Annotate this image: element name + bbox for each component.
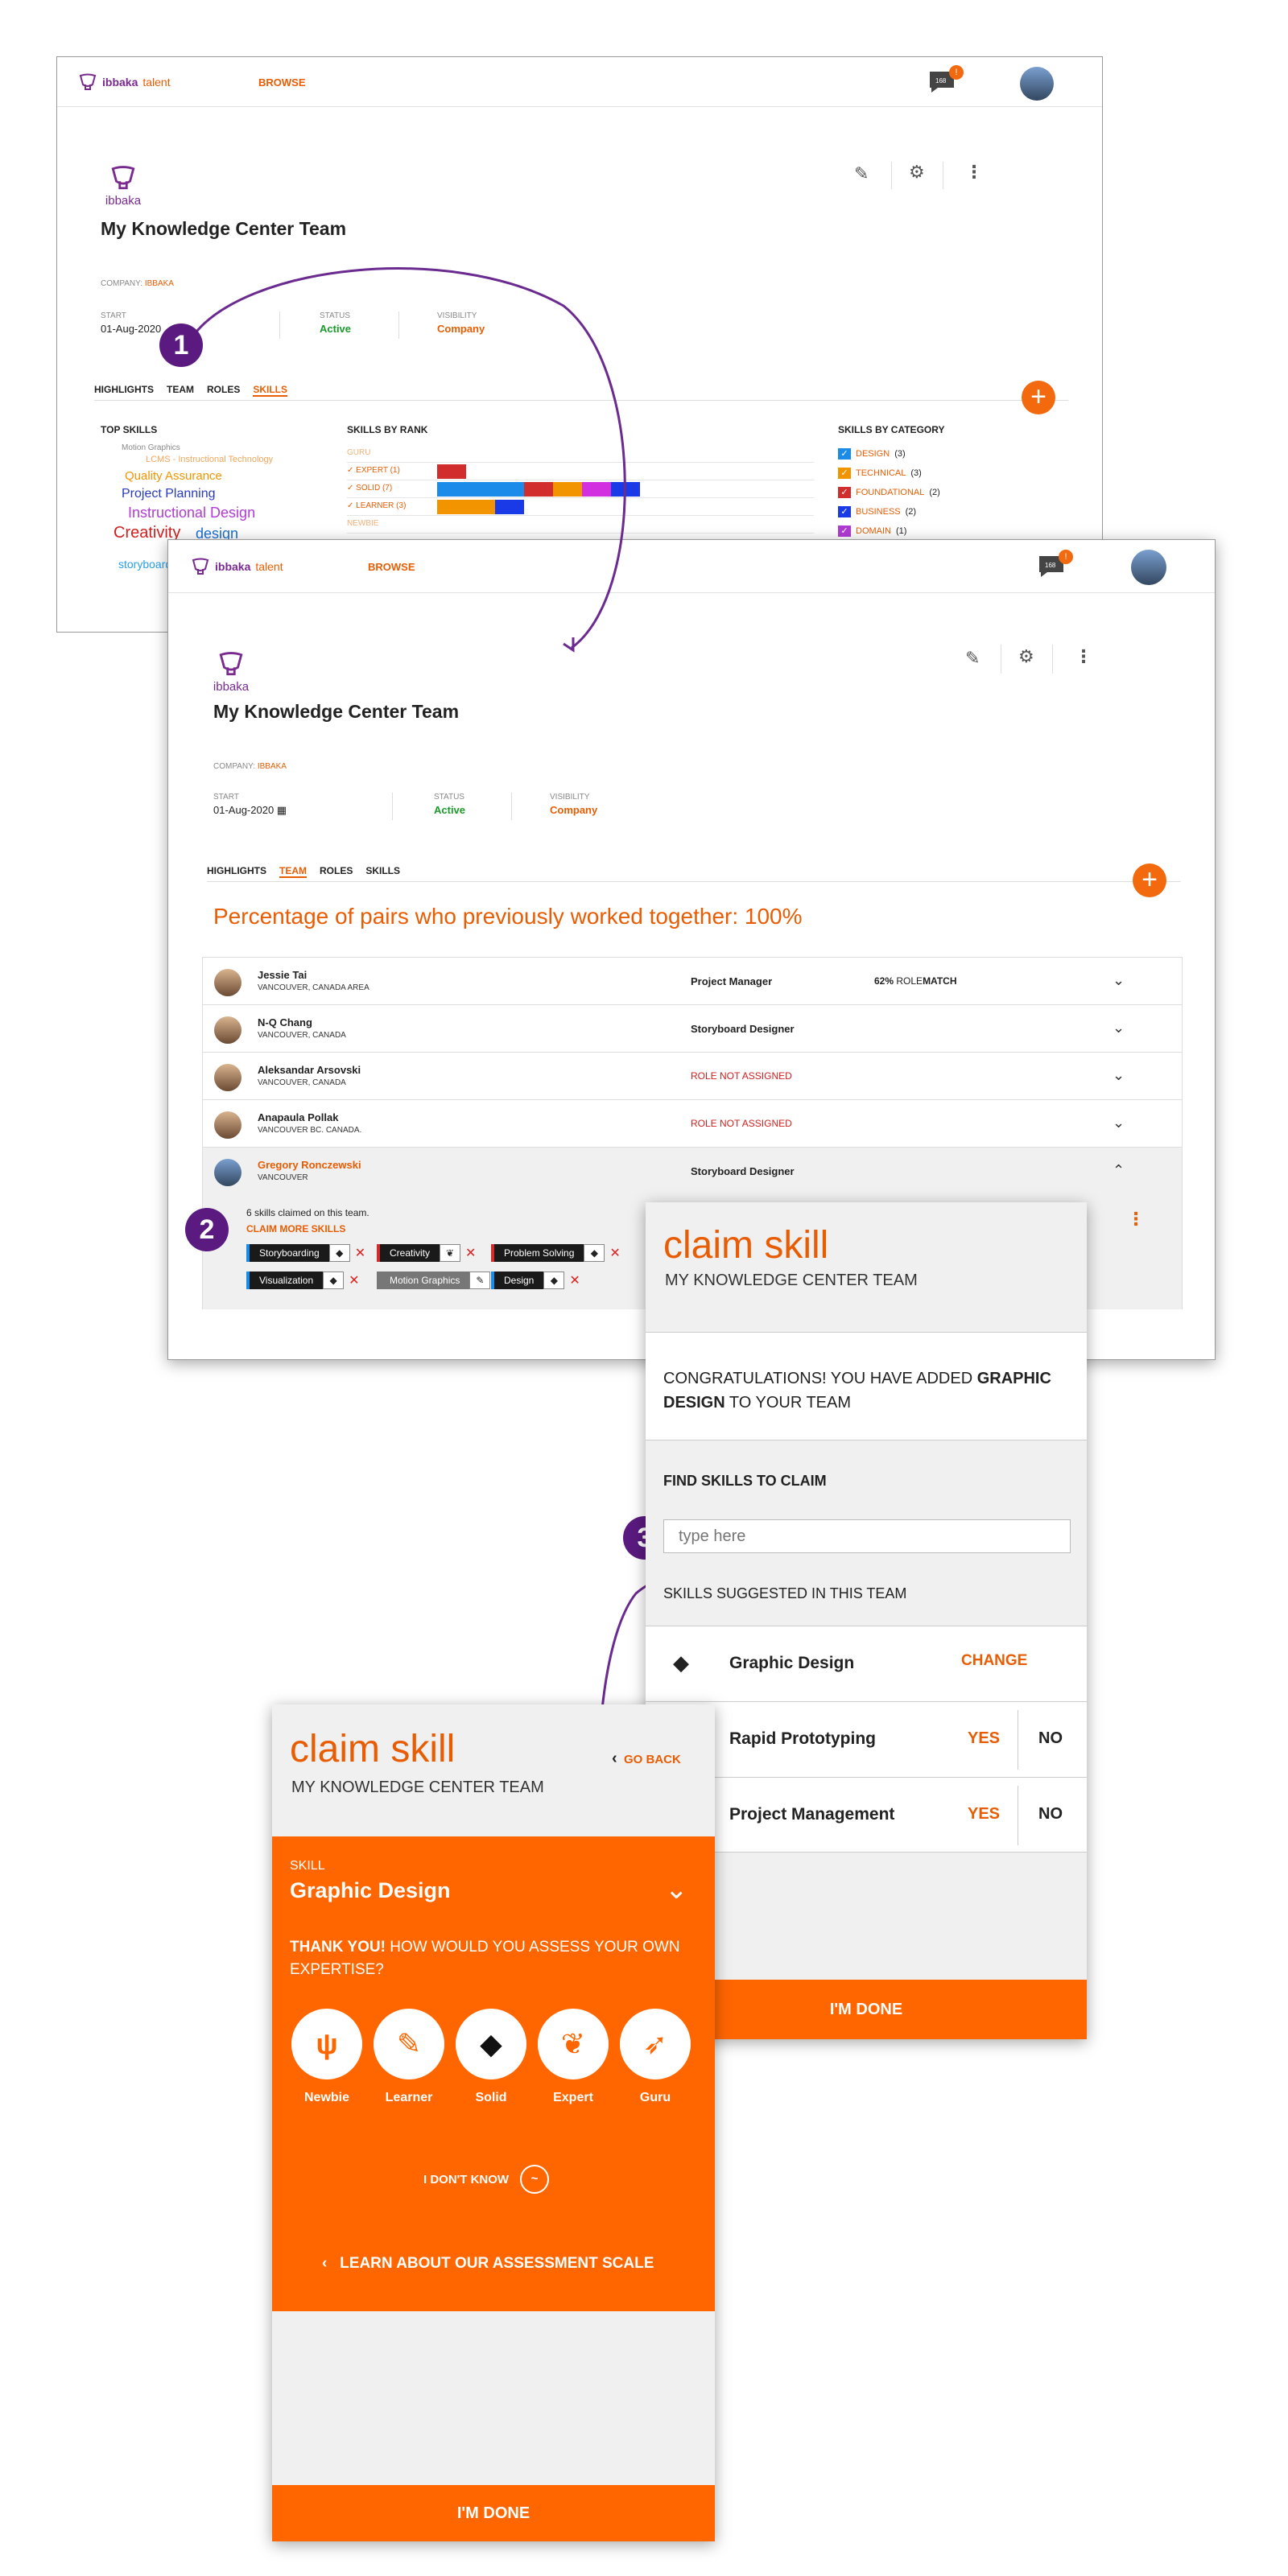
claim-subtitle: MY KNOWLEDGE CENTER TEAM <box>291 1778 544 1796</box>
go-back-button[interactable]: ‹ GO BACK <box>612 1750 681 1768</box>
level-solid-button[interactable]: ◆ Solid <box>456 2009 526 2105</box>
level-learner-button[interactable]: ✎ Learner <box>374 2009 444 2105</box>
congrats-text: CONGRATULATIONS! YOU HAVE ADDED GRAPHIC … <box>663 1366 1066 1415</box>
yes-button[interactable]: YES <box>968 1805 1000 1824</box>
congrats-box: CONGRATULATIONS! YOU HAVE ADDED GRAPHIC … <box>646 1333 1087 1440</box>
claim-header: claim skill MY KNOWLEDGE CENTER TEAM <box>646 1202 1087 1333</box>
chevron-down-icon[interactable]: ⌄ <box>665 1873 688 1906</box>
claim-title: claim skill <box>663 1224 829 1267</box>
step-badge: 2 <box>185 1208 229 1251</box>
level-newbie-button[interactable]: ψ Newbie <box>291 2009 362 2105</box>
learn-assessment-link[interactable]: ‹ LEARN ABOUT OUR ASSESSMENT SCALE <box>322 2255 654 2273</box>
diamond-icon: ◆ <box>673 1651 689 1675</box>
level-label: Solid <box>475 2091 507 2104</box>
skill-label: SKILL <box>290 1859 325 1873</box>
im-done-button[interactable]: I'M DONE <box>272 2485 715 2541</box>
yes-button[interactable]: YES <box>968 1729 1000 1748</box>
laurel-icon: ❦ <box>538 2009 609 2079</box>
dont-know-label: I DON'T KNOW <box>423 2172 510 2187</box>
change-button[interactable]: CHANGE <box>961 1652 1027 1670</box>
assess-skill-panel: claim skill MY KNOWLEDGE CENTER TEAM ‹ G… <box>272 1704 715 2541</box>
skill-search-input[interactable] <box>663 1519 1071 1553</box>
assessment-box: SKILL Graphic Design ⌄ THANK YOU! HOW WO… <box>272 1836 715 2311</box>
claim-title: claim skill <box>290 1728 456 1770</box>
suggestion-row[interactable]: ◆ Graphic Design CHANGE <box>646 1626 1087 1701</box>
sprout-icon: ψ <box>291 2009 362 2079</box>
skill-name: Graphic Design <box>290 1878 451 1902</box>
level-label: Newbie <box>303 2091 349 2104</box>
suggestion-name: Graphic Design <box>729 1654 855 1672</box>
chevron-left-icon: ‹ <box>612 1750 617 1767</box>
level-label: Expert <box>553 2091 593 2104</box>
level-expert-button[interactable]: ❦ Expert <box>538 2009 609 2105</box>
claim-subtitle: MY KNOWLEDGE CENTER TEAM <box>665 1272 918 1289</box>
step-badge: 1 <box>159 324 203 367</box>
dont-know-button[interactable]: I DON'T KNOW ~ <box>423 2165 550 2194</box>
no-button[interactable]: NO <box>1038 1729 1063 1748</box>
chevron-left-icon: ‹ <box>322 2255 328 2272</box>
go-back-label: GO BACK <box>624 1753 681 1766</box>
congrats-text-c: TO YOUR TEAM <box>724 1394 852 1412</box>
congrats-text-a: CONGRATULATIONS! YOU HAVE ADDED <box>663 1370 977 1387</box>
eagle-icon: ➶ <box>620 2009 691 2079</box>
learn-label: LEARN ABOUT OUR ASSESSMENT SCALE <box>340 2255 654 2272</box>
pencil-icon: ✎ <box>374 2009 444 2079</box>
find-skills-label: FIND SKILLS TO CLAIM <box>663 1473 827 1489</box>
level-guru-button[interactable]: ➶ Guru <box>620 2009 691 2105</box>
level-label: Learner <box>385 2091 433 2104</box>
confused-face-icon: ~ <box>520 2165 550 2194</box>
suggestion-name: Rapid Prototyping <box>729 1729 876 1748</box>
question-thanks: THANK YOU! <box>290 1939 386 1956</box>
level-label: Guru <box>639 2091 671 2104</box>
no-button[interactable]: NO <box>1038 1805 1063 1824</box>
suggested-label: SKILLS SUGGESTED IN THIS TEAM <box>663 1585 907 1601</box>
assessment-question: THANK YOU! HOW WOULD YOU ASSESS YOUR OWN… <box>290 1936 684 1981</box>
diamond-icon: ◆ <box>456 2009 526 2079</box>
suggestion-name: Project Management <box>729 1805 895 1824</box>
